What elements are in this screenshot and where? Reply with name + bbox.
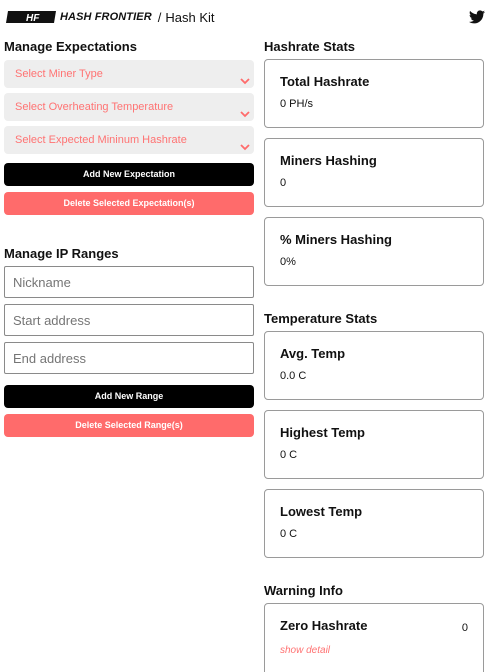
card-value: 0 xyxy=(280,177,287,189)
minimum-hashrate-select[interactable]: Select Expected Mininum Hashrate xyxy=(4,126,254,154)
card-value: 0% xyxy=(280,256,296,268)
twitter-icon[interactable] xyxy=(469,10,485,24)
hashrate-stats-heading: Hashrate Stats xyxy=(264,39,356,54)
card-title: Avg. Temp xyxy=(280,346,346,361)
page-title: Hash Kit xyxy=(165,9,215,25)
card-title: Miners Hashing xyxy=(280,153,377,168)
brand[interactable]: HF HASH FRONTIER / Hash Kit xyxy=(6,9,215,25)
card-title: Highest Temp xyxy=(280,425,365,440)
card-title: Total Hashrate xyxy=(280,74,370,89)
warning-count: 0 xyxy=(461,622,468,634)
minimum-hashrate-select-label: Select Expected Mininum Hashrate xyxy=(15,134,187,146)
nickname-input[interactable] xyxy=(4,266,254,298)
add-range-button[interactable]: Add New Range xyxy=(4,385,254,408)
header: HF HASH FRONTIER / Hash Kit xyxy=(0,0,495,34)
temperature-stats-heading: Temperature Stats xyxy=(264,311,378,326)
svg-text:HF: HF xyxy=(26,13,40,23)
miners-hashing-card: Miners Hashing 0 xyxy=(264,138,484,207)
total-hashrate-card: Total Hashrate 0 PH/s xyxy=(264,59,484,128)
delete-expectations-button[interactable]: Delete Selected Expectation(s) xyxy=(4,192,254,215)
add-expectation-button[interactable]: Add New Expectation xyxy=(4,163,254,186)
card-title: Lowest Temp xyxy=(280,504,363,519)
manage-expectations-heading: Manage Expectations xyxy=(4,39,137,54)
card-value: 0 C xyxy=(280,449,298,461)
zero-hashrate-card: Zero Hashrate 0 show detail xyxy=(264,603,484,672)
start-address-input[interactable] xyxy=(4,304,254,336)
highest-temp-card: Highest Temp 0 C xyxy=(264,410,484,479)
avg-temp-card: Avg. Temp 0.0 C xyxy=(264,331,484,400)
card-title: % Miners Hashing xyxy=(280,232,392,247)
hash-frontier-logo-icon: HF xyxy=(6,11,56,23)
manage-ip-ranges-heading: Manage IP Ranges xyxy=(4,246,119,261)
overheating-temperature-select-label: Select Overheating Temperature xyxy=(15,101,174,113)
percent-miners-hashing-card: % Miners Hashing 0% xyxy=(264,217,484,286)
overheating-temperature-select[interactable]: Select Overheating Temperature xyxy=(4,93,254,121)
show-detail-link[interactable]: show detail xyxy=(280,645,330,656)
breadcrumb-separator: / xyxy=(157,9,162,25)
miner-type-select-label: Select Miner Type xyxy=(15,68,103,80)
chevron-down-icon xyxy=(240,69,250,85)
card-value: 0 C xyxy=(280,528,298,540)
delete-ranges-button[interactable]: Delete Selected Range(s) xyxy=(4,414,254,437)
chevron-down-icon xyxy=(240,135,250,151)
chevron-down-icon xyxy=(240,102,250,118)
end-address-input[interactable] xyxy=(4,342,254,374)
card-title: Zero Hashrate xyxy=(280,618,368,633)
card-value: 0 PH/s xyxy=(280,98,314,110)
warning-info-heading: Warning Info xyxy=(264,583,343,598)
card-value: 0.0 C xyxy=(280,370,307,382)
brand-name: HASH FRONTIER xyxy=(60,11,152,23)
miner-type-select[interactable]: Select Miner Type xyxy=(4,60,254,88)
lowest-temp-card: Lowest Temp 0 C xyxy=(264,489,484,558)
